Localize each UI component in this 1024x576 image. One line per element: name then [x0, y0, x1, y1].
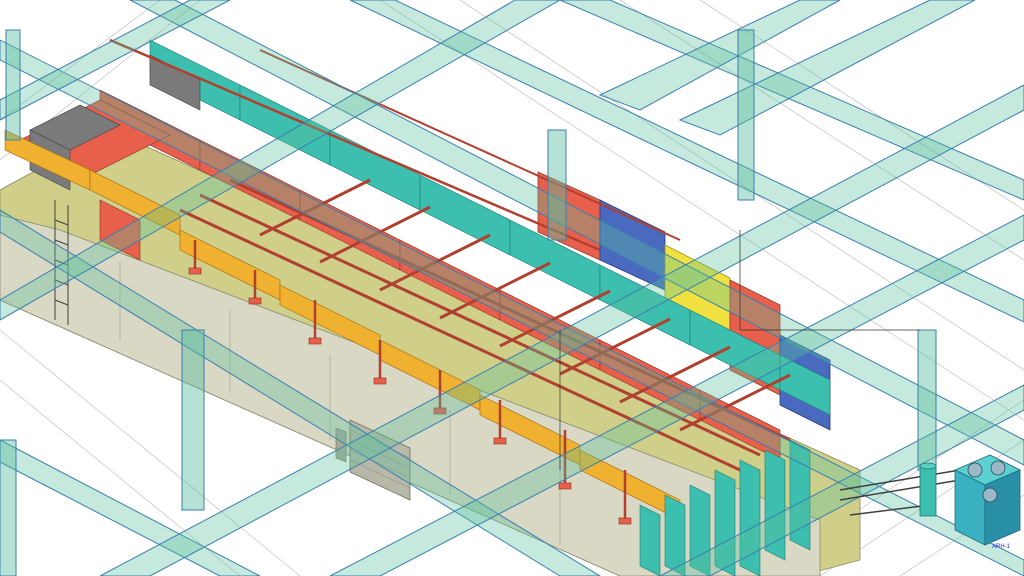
equipment-tag: ARH-1	[992, 544, 1011, 550]
storage-tank	[919, 462, 937, 517]
rooftop-unit	[954, 454, 1021, 546]
bim-3d-model-viewport[interactable]: ARH-1	[0, 0, 1024, 576]
